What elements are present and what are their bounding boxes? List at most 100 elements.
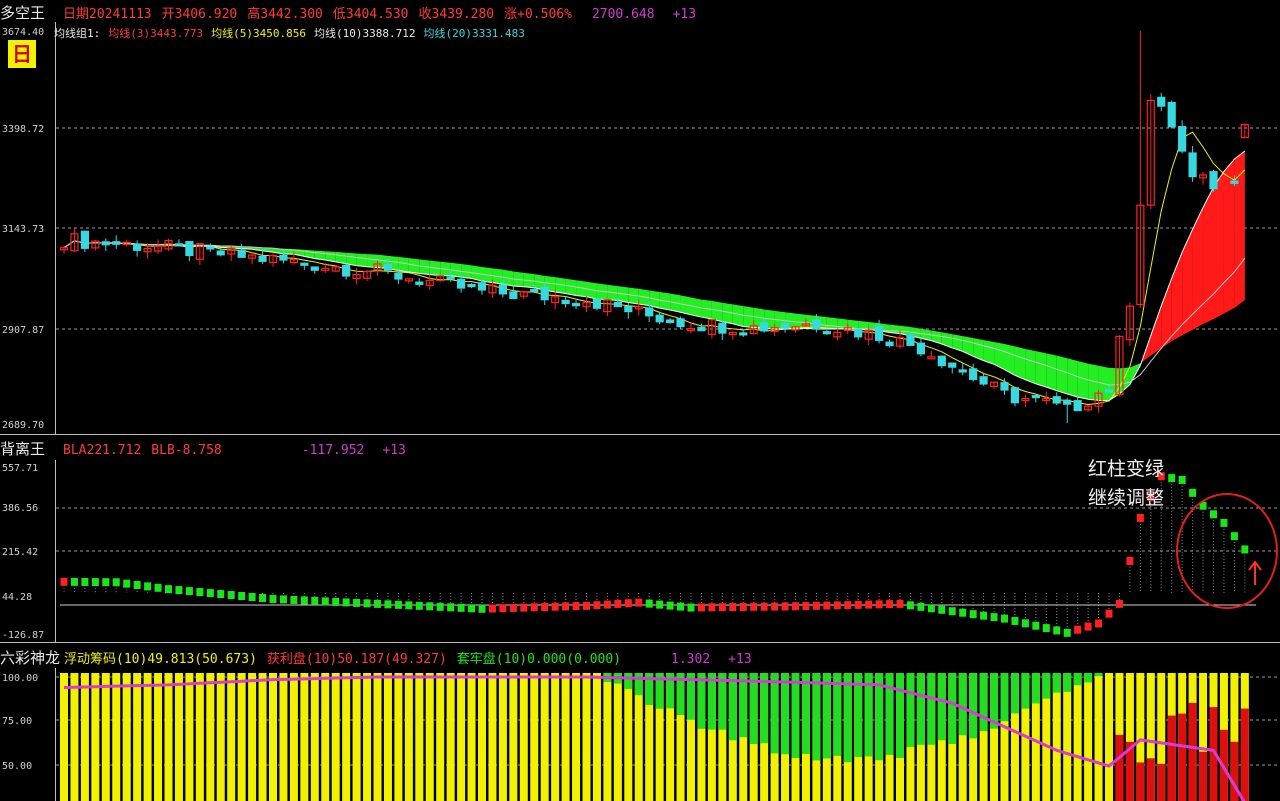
chip-bar-float [122,673,131,801]
osc-bar [60,577,68,586]
osc-bar [248,592,256,601]
candle-body [979,376,988,385]
chip-bar-trapped [1021,673,1030,709]
chip-bar-trapped [1031,673,1040,704]
chip-bar-float [300,673,309,801]
chip-bar-float [206,673,215,801]
candle-body [498,284,507,295]
chip-bar-float [425,673,434,801]
candle-body [739,332,748,336]
ma20-label: 均线(20)3331.483 [423,27,525,40]
osc-bar [823,601,831,610]
candle-body [969,368,978,380]
candle-body [645,307,654,317]
osc-bar [133,581,141,590]
chip-bar-float [530,673,539,801]
osc-bar [70,577,78,586]
ribbon-segment [356,253,368,267]
candle-body [948,362,957,368]
ribbon-segment [1035,351,1047,388]
osc-bar [917,602,925,611]
chip-bar-float [478,673,486,801]
candle-body [906,334,915,346]
candle-body [937,355,946,367]
osc-bar [854,600,862,609]
chip-bar-float [509,673,518,801]
osc-bar [666,601,674,610]
extra-value: 2700.648 [591,7,655,22]
osc-tick: 215.42 [2,547,38,558]
osc-value: -117.952 [301,443,365,458]
osc-bar [259,593,267,602]
osc-bar [530,603,538,612]
chip-bar-float [572,673,581,801]
chip-bar-trapped [948,673,957,744]
candle-body [383,263,393,271]
chip-bar-trapped [781,673,790,755]
candle-body [457,278,466,289]
osc-bar [875,600,883,609]
chip-bar-float [352,673,361,801]
chip-bar-trapped [791,673,800,759]
chip-bar-trapped [760,673,769,744]
ma3-label: 均线(3)3443.773 [108,27,204,40]
osc-bar [562,602,570,611]
stock-chart[interactable]: 3674.40 3398.72 3143.73 2907.87 2689.70 … [0,0,1280,801]
osc-bar [279,595,287,604]
ma-group-label: 均线组1: [54,27,101,40]
osc-bar [990,613,998,622]
osc-bar [1136,513,1144,522]
osc-bar [739,602,747,611]
osc-bar [175,586,183,595]
osc-bar [353,598,361,607]
period-day-icon[interactable]: 日 [8,40,36,68]
osc-bar [551,602,559,611]
osc-bar [635,598,643,607]
chip-bar-float [1084,673,1093,801]
candle-body [185,241,194,257]
osc-bar [603,600,611,609]
osc-bar [1001,614,1008,623]
chip-bar-float [383,673,392,801]
candle-body [592,298,602,309]
chip-bar-trapped [833,673,842,756]
osc-bar [1210,510,1217,519]
candle-body [676,318,685,328]
chip-bars [60,673,1249,801]
osc-bar [81,577,89,586]
chip-bar-float [70,673,79,801]
osc-bar [729,603,737,612]
osc-bar [781,602,789,611]
osc-bar [844,601,852,610]
ribbon-segment [1213,171,1224,320]
chip-bar-float [60,673,68,801]
chip-bar-float [258,673,267,801]
osc-bar [269,594,277,603]
osc-bar [290,595,298,604]
osc-bar [802,602,810,611]
osc-bar [144,582,152,591]
osc-bar [593,601,601,610]
price-axis: 3674.40 3398.72 3143.73 2907.87 2689.70 [2,27,44,431]
chip-bar-float [373,673,382,801]
osc-axis: 557.71 386.56 215.42 44.28 -126.87 [2,463,44,641]
price-tick: 3674.40 [2,27,44,38]
osc-bar [499,604,507,613]
osc-bar [1189,488,1197,497]
osc-bar [687,603,695,612]
price-tick: 3398.72 [2,124,44,135]
chip-name: 六彩神龙 [0,649,61,667]
chip-bar-float [91,673,100,801]
price-tick: 2689.70 [2,420,44,431]
chip-bar-float [540,673,549,801]
osc-bar [1168,474,1176,483]
price-tick: 3143.73 [2,224,44,235]
osc-count: +13 [382,443,406,458]
chip-bar-float [519,673,528,801]
candle-body [958,369,967,373]
chip-bar-profit [1178,713,1187,801]
candle-body [258,255,267,262]
chip-bar-float [1063,673,1072,801]
chip-bar-float [331,673,340,801]
chip-bar-trapped [801,673,810,754]
